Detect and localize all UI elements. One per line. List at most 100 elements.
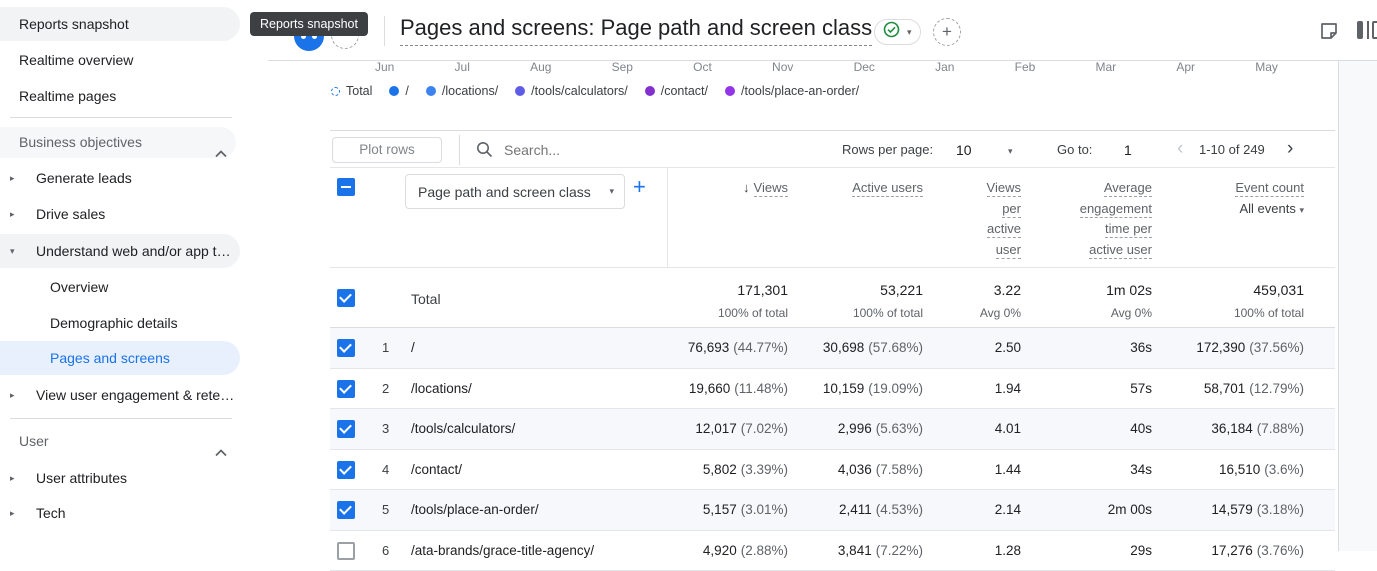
total-event-count: 459,031100% of total bbox=[1234, 268, 1304, 320]
column-header-label: Views bbox=[754, 180, 788, 197]
legend-item[interactable]: / bbox=[389, 84, 408, 98]
engagement-cell: 57s bbox=[1130, 369, 1152, 410]
expand-right-icon: ▸ bbox=[10, 461, 15, 495]
active-users-cell: 30,698(57.68%) bbox=[823, 328, 923, 369]
event-count-cell: 58,701(12.79%) bbox=[1204, 369, 1304, 410]
sidebar-item-realtime-pages[interactable]: Realtime pages bbox=[0, 79, 240, 113]
nav-section-business-objectives[interactable]: Business objectives bbox=[0, 127, 236, 158]
column-header-label: Views bbox=[987, 180, 1021, 197]
event-filter-label: All events bbox=[1239, 201, 1295, 216]
sidebar-item-demographic-details[interactable]: Demographic details bbox=[0, 306, 240, 340]
month-label: Sep bbox=[612, 60, 633, 74]
row-checkbox[interactable] bbox=[337, 461, 355, 479]
event-count-cell: 36,184(7.88%) bbox=[1211, 409, 1304, 450]
column-header-active-users[interactable]: Active users bbox=[852, 178, 923, 199]
nav-section-user[interactable]: User bbox=[0, 426, 236, 457]
column-header-avg-engagement-time[interactable]: Average engagement time per active user bbox=[1080, 178, 1152, 260]
panel-bar bbox=[1357, 21, 1363, 39]
views-cell: 12,017(7.02%) bbox=[695, 409, 788, 450]
column-header-label: active bbox=[987, 221, 1021, 238]
sidebar-item-label: Overview bbox=[50, 270, 108, 304]
sidebar-item-label: Pages and screens bbox=[50, 341, 170, 375]
row-checkbox[interactable] bbox=[337, 420, 355, 438]
event-filter[interactable]: All events ▾ bbox=[1235, 199, 1304, 221]
legend-item[interactable]: /tools/place-an-order/ bbox=[725, 84, 859, 98]
table-row: 3 /tools/calculators/ 12,017(7.02%) 2,99… bbox=[330, 409, 1335, 450]
legend-item-total[interactable]: Total bbox=[331, 84, 372, 98]
month-label: May bbox=[1255, 60, 1278, 74]
legend-label: /locations/ bbox=[442, 84, 498, 98]
row-page-path[interactable]: / bbox=[411, 328, 415, 369]
expand-right-icon: ▸ bbox=[10, 161, 15, 195]
expand-right-icon: ▸ bbox=[10, 197, 15, 231]
row-page-path[interactable]: /tools/calculators/ bbox=[411, 409, 515, 450]
verified-badge[interactable]: ▾ bbox=[874, 19, 921, 45]
legend-item[interactable]: /locations/ bbox=[426, 84, 498, 98]
active-users-cell: 2,996(5.63%) bbox=[838, 409, 923, 450]
panel-bar bbox=[1372, 21, 1377, 39]
sort-desc-icon: ↓ bbox=[743, 180, 750, 195]
sidebar-item-label: Demographic details bbox=[50, 306, 178, 340]
caret-down-icon[interactable]: ▾ bbox=[1008, 146, 1013, 157]
column-header-event-count[interactable]: Event count All events ▾ bbox=[1235, 178, 1304, 220]
section-header-label: User bbox=[19, 426, 49, 457]
month-label: Aug bbox=[530, 60, 551, 74]
plot-rows-button[interactable]: Plot rows bbox=[332, 137, 442, 163]
row-index: 1 bbox=[382, 328, 389, 369]
column-header-views[interactable]: ↓ Views bbox=[743, 178, 788, 199]
go-to-value[interactable]: 1 bbox=[1124, 131, 1132, 169]
sidebar-item-label: Reports snapshot bbox=[19, 7, 129, 41]
row-page-path[interactable]: /locations/ bbox=[411, 369, 472, 410]
column-header-label: active user bbox=[1089, 242, 1152, 259]
sidebar-item-overview[interactable]: Overview bbox=[0, 270, 240, 304]
column-header-label: user bbox=[996, 242, 1021, 259]
prev-page-chevron-icon[interactable]: ‹ bbox=[1177, 131, 1183, 169]
add-dimension-button[interactable]: + bbox=[633, 176, 646, 198]
month-label: Oct bbox=[693, 60, 712, 74]
views-per-user-cell: 2.50 bbox=[995, 328, 1021, 369]
column-header-views-per-active-user[interactable]: Views per active user bbox=[987, 178, 1021, 260]
table-row: 2 /locations/ 19,660(11.48%) 10,159(19.0… bbox=[330, 369, 1335, 410]
row-page-path[interactable]: /contact/ bbox=[411, 450, 462, 491]
right-panel-icon[interactable] bbox=[1357, 21, 1377, 39]
series-dot-icon bbox=[725, 86, 735, 96]
totals-checkbox[interactable] bbox=[337, 289, 355, 307]
active-users-cell: 10,159(19.09%) bbox=[823, 369, 923, 410]
check-circle-icon bbox=[883, 21, 900, 43]
sidebar-item-user-attributes[interactable]: ▸ User attributes bbox=[0, 461, 240, 495]
sidebar-item-tech[interactable]: ▸ Tech bbox=[0, 496, 240, 530]
event-count-cell: 172,390(37.56%) bbox=[1196, 328, 1304, 369]
notes-icon[interactable] bbox=[1318, 20, 1340, 47]
caret-down-icon: ▾ bbox=[907, 27, 912, 38]
legend-item[interactable]: /contact/ bbox=[645, 84, 708, 98]
sidebar-item-label: Realtime overview bbox=[19, 43, 133, 77]
views-cell: 5,157(3.01%) bbox=[703, 490, 788, 531]
sidebar-item-label: Generate leads bbox=[36, 161, 132, 195]
next-page-chevron-icon[interactable]: › bbox=[1287, 131, 1293, 169]
sidebar-item-realtime-overview[interactable]: Realtime overview bbox=[0, 43, 240, 77]
chart-legend: Total / /locations/ /tools/calculators/ … bbox=[331, 84, 859, 98]
search-input[interactable] bbox=[504, 138, 734, 162]
dimension-selector[interactable]: Page path and screen class ▾ bbox=[405, 174, 625, 209]
column-header-label: time per bbox=[1105, 221, 1152, 238]
legend-item[interactable]: /tools/calculators/ bbox=[515, 84, 628, 98]
row-checkbox[interactable] bbox=[337, 339, 355, 357]
total-avg-engagement: 1m 02sAvg 0% bbox=[1106, 268, 1152, 320]
row-checkbox[interactable] bbox=[337, 380, 355, 398]
sidebar-item-view-user-engagement[interactable]: ▸ View user engagement & rete… bbox=[0, 378, 240, 412]
rows-per-page-value[interactable]: 10 bbox=[956, 131, 972, 169]
sidebar-item-reports-snapshot[interactable]: Reports snapshot bbox=[0, 7, 240, 41]
sidebar-item-label: Drive sales bbox=[36, 197, 105, 231]
select-all-checkbox[interactable] bbox=[337, 178, 355, 196]
sidebar-item-pages-and-screens[interactable]: Pages and screens bbox=[0, 341, 240, 375]
row-page-path[interactable]: /tools/place-an-order/ bbox=[411, 490, 539, 531]
rows-per-page-label: Rows per page: bbox=[842, 131, 933, 169]
add-comparison-button[interactable]: + bbox=[933, 18, 961, 46]
month-label: Jul bbox=[455, 60, 470, 74]
active-users-cell: 4,036(7.58%) bbox=[838, 450, 923, 491]
sidebar-item-generate-leads[interactable]: ▸ Generate leads bbox=[0, 161, 240, 195]
sidebar-item-understand-web-app[interactable]: ▾ Understand web and/or app t… bbox=[0, 234, 240, 268]
page-title[interactable]: Pages and screens: Page path and screen … bbox=[400, 15, 872, 46]
row-checkbox[interactable] bbox=[337, 501, 355, 519]
sidebar-item-drive-sales[interactable]: ▸ Drive sales bbox=[0, 197, 240, 231]
